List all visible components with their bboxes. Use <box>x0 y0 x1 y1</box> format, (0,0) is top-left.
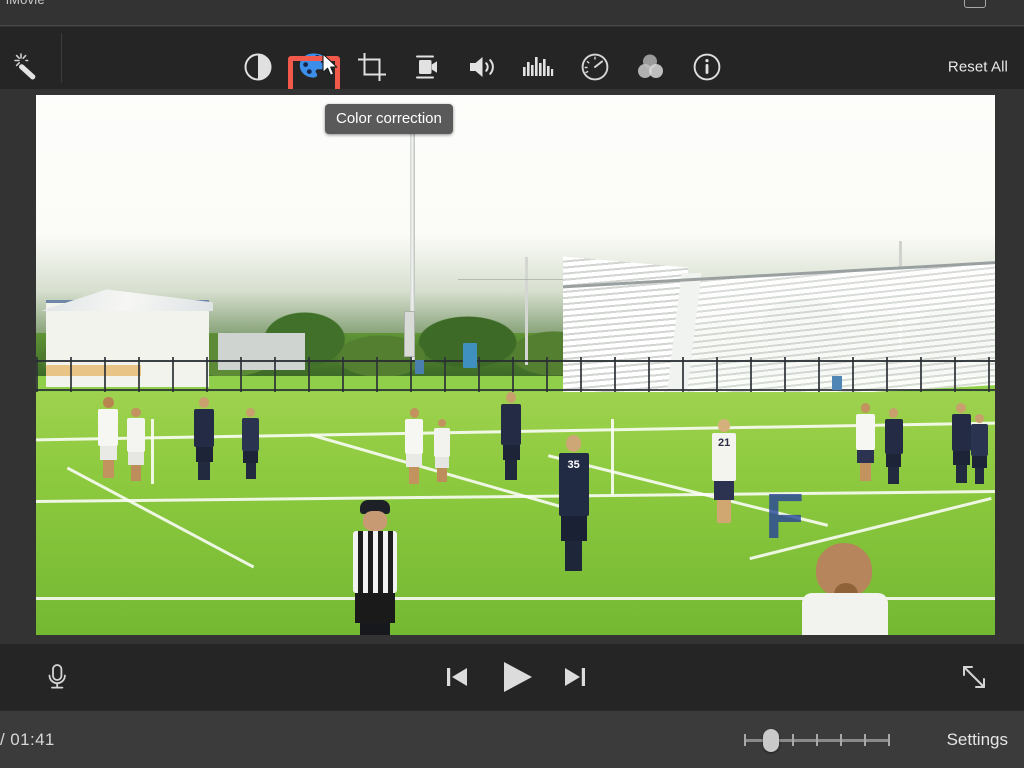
status-bar: / 01:41 Settings <box>0 710 1024 768</box>
auto-enhance-icon <box>14 53 36 80</box>
reset-all-button[interactable]: Reset All <box>948 59 1008 76</box>
player-navy <box>501 392 522 480</box>
player-white <box>855 402 875 481</box>
foreground-person-shirt <box>802 593 889 635</box>
speedometer-icon <box>581 53 609 81</box>
settings-button[interactable]: Settings <box>947 730 1008 750</box>
microphone-icon <box>48 664 66 689</box>
play-icon <box>504 662 532 692</box>
window-title: iMovie <box>6 0 45 7</box>
adjustments-toolbar: Reset All <box>0 27 1024 108</box>
player-number-21: 21 <box>712 419 737 524</box>
player-white <box>98 397 119 478</box>
next-clip-button[interactable] <box>560 662 590 692</box>
field-line <box>611 419 615 495</box>
portable-toilet <box>462 343 477 369</box>
zoom-slider-tick <box>840 734 842 746</box>
referee-legs <box>360 623 391 635</box>
tool-volume[interactable] <box>466 50 500 84</box>
play-button[interactable] <box>497 659 537 695</box>
timecode-display: / 01:41 <box>0 730 55 749</box>
palette-icon <box>299 53 329 78</box>
tool-color-balance[interactable] <box>241 50 275 84</box>
overlapping-circles-icon <box>638 54 663 78</box>
field-logo: F <box>764 483 806 538</box>
fullscreen-button[interactable] <box>958 661 990 693</box>
fence-rail-top <box>36 359 995 362</box>
utility-pole-left <box>525 257 529 365</box>
referee-shirt <box>353 531 398 593</box>
skip-previous-icon <box>447 668 467 686</box>
auto-enhance-button[interactable] <box>12 51 44 83</box>
tool-speed[interactable] <box>578 50 612 84</box>
referee <box>352 500 398 635</box>
zoom-slider[interactable] <box>744 729 890 752</box>
field-line <box>151 419 155 484</box>
zoom-slider-tick <box>744 734 746 746</box>
tool-stabilization[interactable] <box>410 50 444 84</box>
toolbar-divider <box>61 33 62 83</box>
referee-shorts <box>355 593 396 623</box>
tool-crop[interactable] <box>355 50 389 84</box>
player-number-35: 35 <box>558 435 589 572</box>
fence-rail-bottom <box>36 389 995 392</box>
light-pole-box <box>404 311 416 357</box>
voiceover-button[interactable] <box>40 660 74 694</box>
player-navy <box>971 413 989 484</box>
skip-next-icon <box>565 668 585 686</box>
previous-clip-button[interactable] <box>442 662 472 692</box>
trash-bin-left <box>414 359 424 374</box>
tool-clip-information[interactable] <box>690 50 724 84</box>
trash-bin-right <box>831 375 842 390</box>
player-white <box>433 419 450 482</box>
player-white <box>405 408 424 484</box>
color-balance-icon <box>244 53 272 81</box>
zoom-slider-tick <box>792 734 794 746</box>
tool-noise-reduction[interactable] <box>521 50 555 84</box>
zoom-slider-knob[interactable] <box>763 729 779 752</box>
speaker-icon <box>470 57 494 77</box>
tooltip-color-correction: Color correction <box>325 104 453 134</box>
jersey-number: 21 <box>717 437 731 450</box>
zoom-slider-tick <box>888 734 890 746</box>
tool-color-correction[interactable] <box>297 50 331 84</box>
player-white <box>127 408 146 482</box>
expand-arrows-icon <box>963 666 985 688</box>
crop-icon <box>358 53 386 81</box>
video-preview[interactable]: F 35 21 <box>36 95 995 635</box>
player-navy <box>884 408 903 484</box>
player-navy <box>951 402 971 484</box>
info-circle-icon <box>693 53 721 81</box>
imovie-window: iMovie <box>0 0 1024 768</box>
zoom-slider-tick <box>864 734 866 746</box>
player-navy <box>194 397 215 481</box>
window-restore-icon[interactable] <box>964 0 986 8</box>
playback-bar <box>0 644 1024 710</box>
referee-head <box>363 511 388 531</box>
stabilization-icon <box>416 55 437 79</box>
tool-clip-filter[interactable] <box>634 50 668 84</box>
zoom-slider-tick <box>816 734 818 746</box>
jersey-number: 35 <box>567 459 580 472</box>
foreground-person <box>798 543 890 635</box>
equalizer-icon <box>523 57 554 76</box>
viewer-panel: F 35 21 <box>0 89 1024 644</box>
window-title-bar: iMovie <box>0 0 1024 26</box>
player-navy <box>242 408 260 479</box>
